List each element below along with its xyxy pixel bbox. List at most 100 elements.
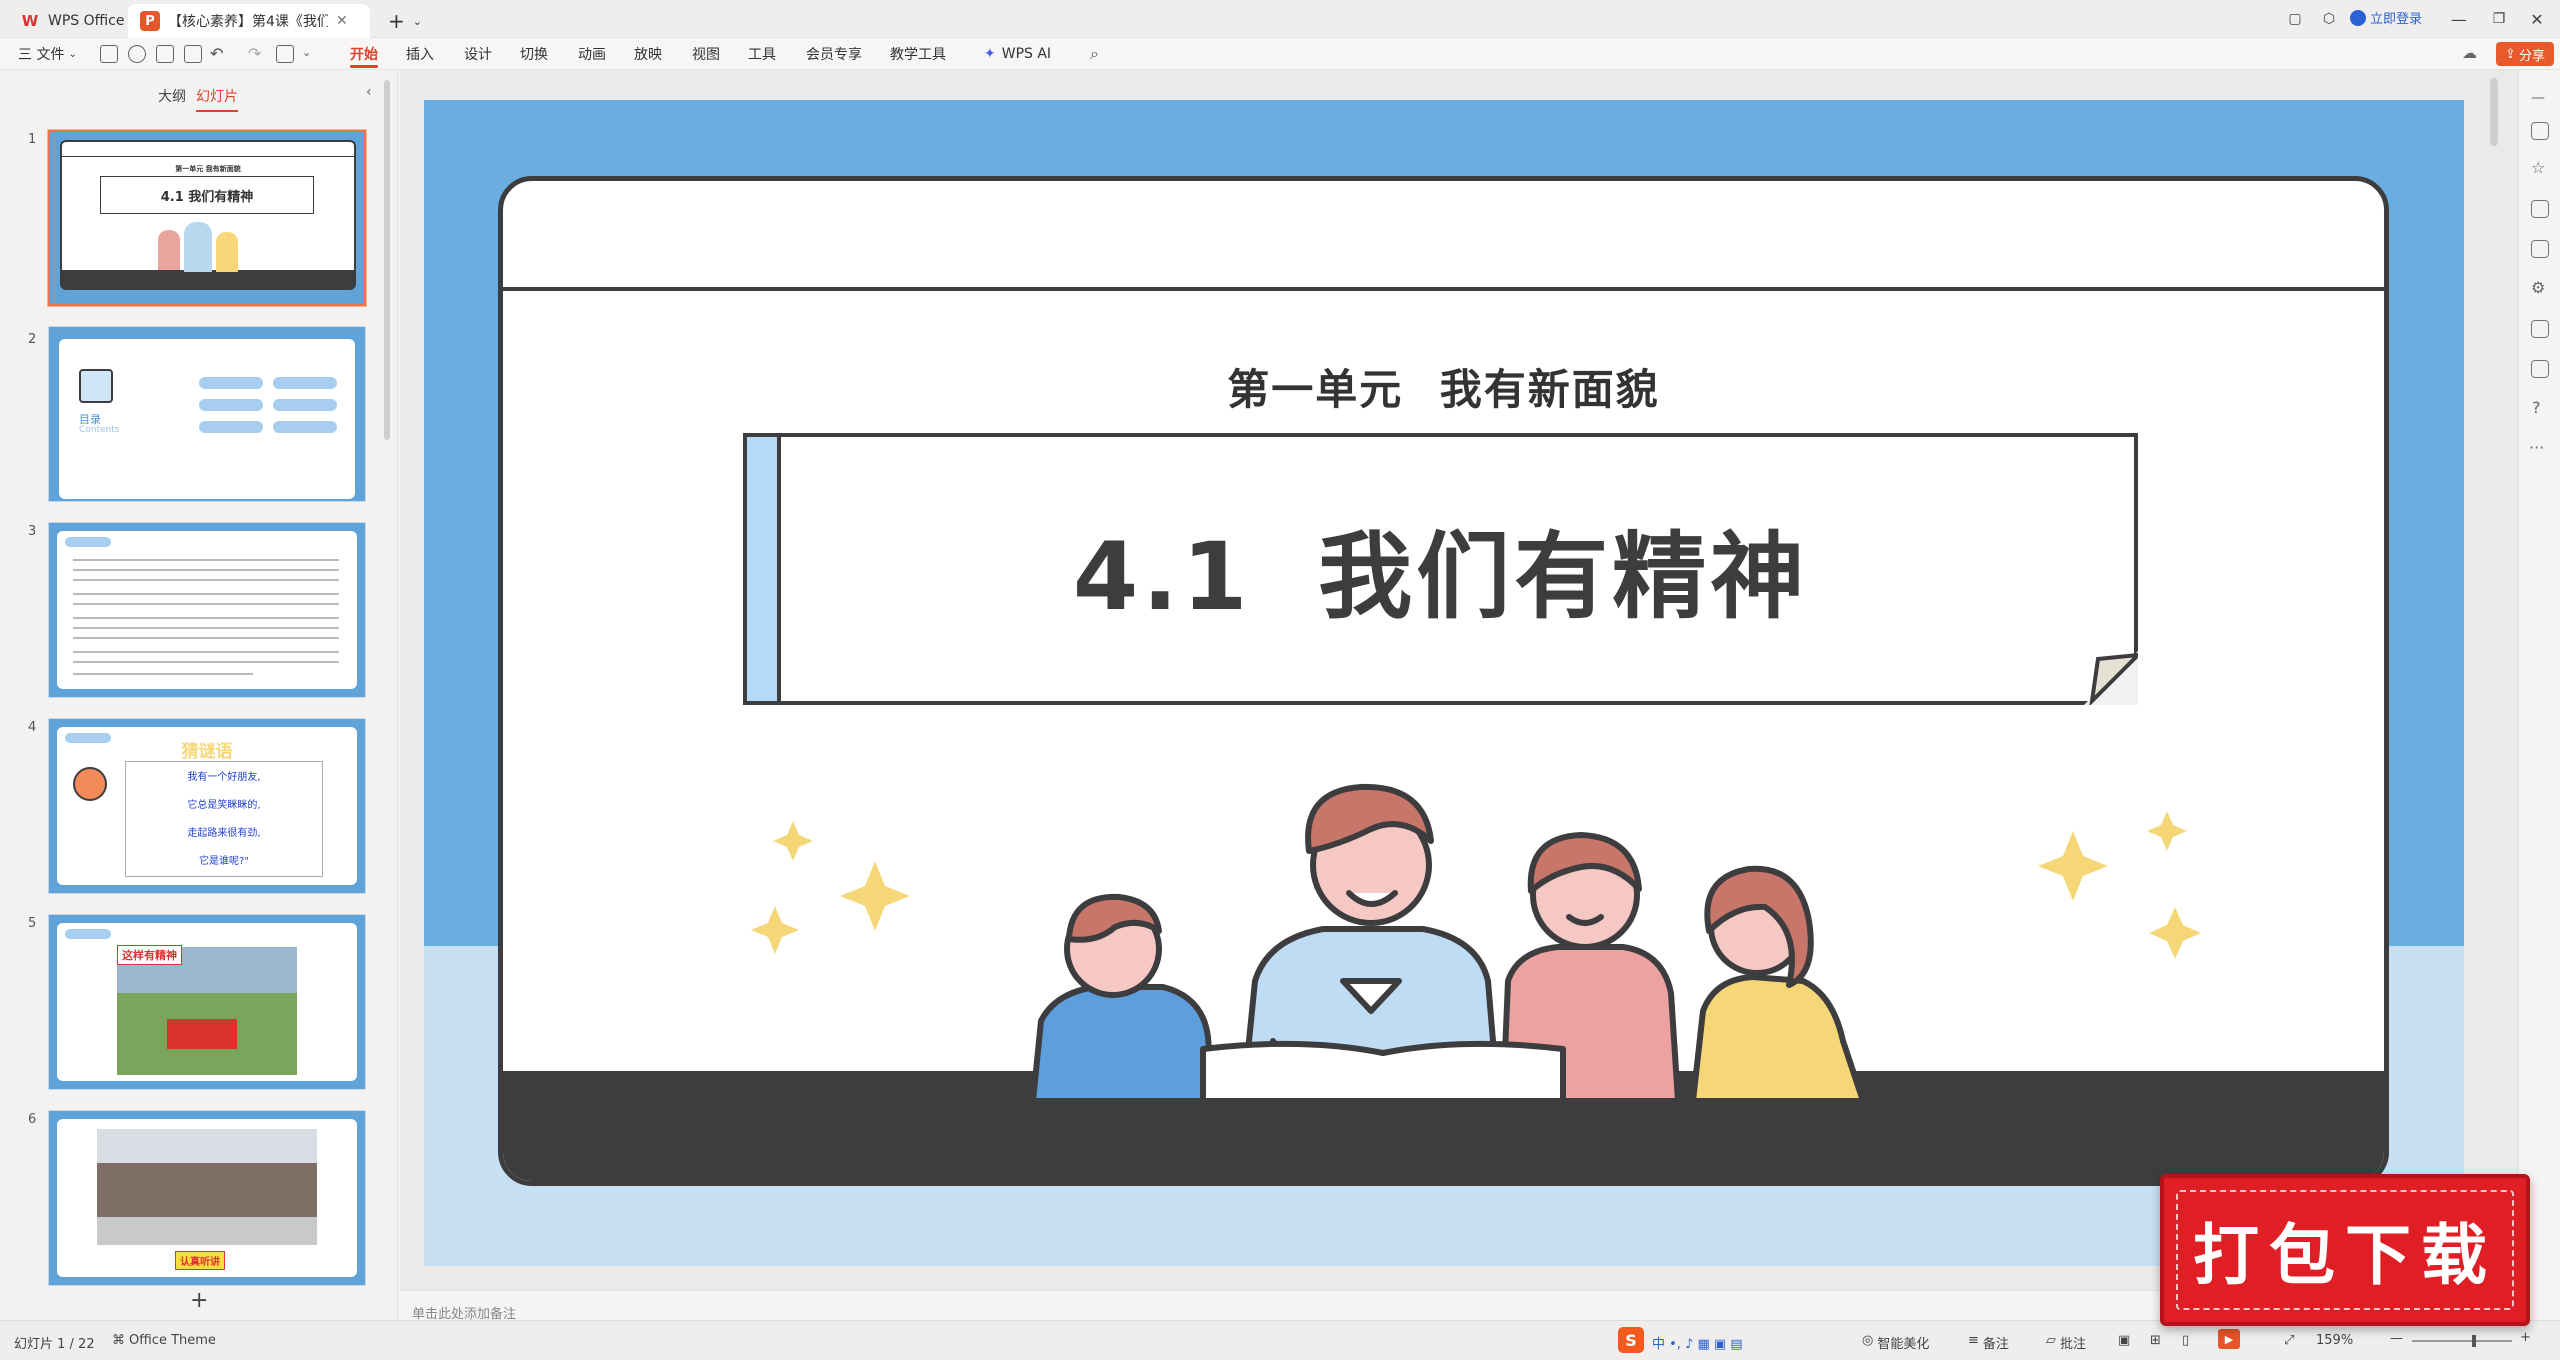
tab-outline[interactable]: 大纲: [158, 86, 186, 106]
book-icon[interactable]: [2531, 320, 2549, 338]
slide-counter: 幻灯片 1 / 22: [14, 1337, 95, 1352]
star-icon[interactable]: ☆: [2531, 158, 2545, 177]
photo: [97, 1129, 317, 1245]
menu-view[interactable]: 视图: [692, 38, 720, 70]
login-button[interactable]: 立即登录: [2350, 8, 2422, 27]
new-tab-button[interactable]: + ⌄: [376, 4, 434, 38]
thumb-subheading: Contents: [79, 425, 120, 435]
menu-label: 教学工具: [890, 47, 946, 63]
zoom-slider[interactable]: [2412, 1335, 2512, 1347]
riddle-line: 走起路来很有劲,: [187, 828, 261, 839]
slide-thumbnail-3[interactable]: [48, 522, 366, 698]
menu-animation[interactable]: 动画: [578, 38, 606, 70]
zoom-out-icon[interactable]: —: [2390, 1331, 2403, 1346]
close-icon[interactable]: ✕: [336, 13, 348, 29]
cube-icon[interactable]: ⬡: [2306, 0, 2352, 38]
zoom-in-icon[interactable]: +: [2520, 1330, 2531, 1345]
slide-thumbnail-2[interactable]: 目录 Contents: [48, 326, 366, 502]
search-icon[interactable]: ⌕: [1090, 44, 1099, 64]
format-painter-icon[interactable]: [276, 45, 294, 63]
print-preview-icon[interactable]: [184, 45, 202, 63]
riddle-line: 它是谁呢?": [199, 856, 249, 867]
menu-label: 插入: [406, 47, 434, 63]
title-bar: W WPS Office P 【核心素养】第4课《我们有... ✕ + ⌄ ▢ …: [0, 0, 2560, 38]
tab-label: 【核心素养】第4课《我们有...: [168, 14, 328, 30]
settings-icon[interactable]: ⚙: [2531, 278, 2545, 297]
fit-icon[interactable]: ⤢: [2284, 1333, 2294, 1348]
share-button[interactable]: ⇪ 分享: [2496, 42, 2554, 66]
slide-number: 1: [28, 132, 37, 147]
slide-thumbnail-4[interactable]: 猜谜语 我有一个好朋友, 它总是笑眯眯的, 走起路来很有劲, 它是谁呢?": [48, 718, 366, 894]
transfer-icon[interactable]: [2531, 360, 2549, 378]
ai-icon: ✦: [984, 46, 996, 62]
thumb-unit: 第一单元 我有新面貌: [175, 165, 241, 173]
slides-panel: 大纲 幻灯片 ‹ 1 第一单元 我有新面貌 4.1 我们有精神 2 目录 Con…: [0, 70, 398, 1320]
zoom-level[interactable]: 159%: [2316, 1333, 2353, 1348]
panel-scrollbar[interactable]: [384, 80, 390, 440]
menu-teaching-tools[interactable]: 教学工具: [890, 38, 946, 70]
download-badge[interactable]: 打包下载: [2160, 1174, 2530, 1326]
menu-design[interactable]: 设计: [464, 38, 492, 70]
menu-member[interactable]: 会员专享: [806, 38, 862, 70]
tab-slides[interactable]: 幻灯片: [196, 86, 238, 112]
ime-toolbar-icon[interactable]: 中 •, ♪ ▦ ▣ ▤: [1652, 1333, 1743, 1352]
smart-beautify-button[interactable]: ◎ 智能美化: [1862, 1333, 1929, 1352]
slide-thumbnail-1[interactable]: 第一单元 我有新面貌 4.1 我们有精神: [48, 130, 366, 306]
beautify-icon: ◎: [1862, 1333, 1874, 1348]
riddle-box: 我有一个好朋友, 它总是笑眯眯的, 走起路来很有劲, 它是谁呢?": [125, 761, 323, 877]
export-icon[interactable]: [128, 45, 146, 63]
reading-view-icon[interactable]: ▯: [2182, 1333, 2189, 1348]
style-icon[interactable]: [2531, 122, 2549, 140]
normal-view-icon[interactable]: ▣: [2118, 1333, 2130, 1348]
slide-thumbnail-5[interactable]: 这样有精神: [48, 914, 366, 1090]
copy-icon[interactable]: [2531, 200, 2549, 218]
theme-indicator[interactable]: ⌘ Office Theme: [112, 1333, 216, 1348]
login-label: 立即登录: [2370, 12, 2423, 27]
tab-document[interactable]: P 【核心素养】第4课《我们有... ✕: [128, 4, 370, 38]
menu-home[interactable]: 开始: [350, 38, 378, 70]
thumb-heading: 猜谜语: [181, 742, 233, 762]
theme-label: Office Theme: [129, 1333, 216, 1348]
slide-thumbnail-6[interactable]: 认真听讲: [48, 1110, 366, 1286]
slide-number: 6: [28, 1112, 37, 1127]
slide-card: 第一单元 我有新面貌 4.1 我们有精神: [498, 176, 2389, 1186]
menu-label: 工具: [748, 47, 776, 63]
more-icon[interactable]: ···: [2529, 438, 2544, 457]
menu-tools[interactable]: 工具: [748, 38, 776, 70]
add-slide-button[interactable]: +: [190, 1288, 208, 1313]
undo-icon[interactable]: ↶: [210, 44, 223, 63]
help-icon[interactable]: ?: [2532, 398, 2541, 417]
collapse-panel-icon[interactable]: ‹: [366, 84, 372, 100]
more-quick-icon[interactable]: ⌄: [302, 46, 311, 59]
close-window-button[interactable]: ✕: [2514, 0, 2560, 38]
unit-subtitle[interactable]: 第一单元 我有新面貌: [503, 356, 2384, 417]
user-icon: [2350, 9, 2366, 26]
input-method-icon[interactable]: S: [1618, 1327, 1644, 1353]
grid-view-icon[interactable]: ⊞: [2150, 1333, 2161, 1348]
current-slide[interactable]: 第一单元 我有新面貌 4.1 我们有精神: [424, 100, 2464, 1266]
menu-slideshow[interactable]: 放映: [634, 38, 662, 70]
slide-title[interactable]: 4.1 我们有精神: [747, 437, 2134, 701]
title-banner[interactable]: 4.1 我们有精神: [743, 433, 2138, 705]
tab-wps-home[interactable]: W WPS Office: [8, 4, 137, 38]
thumb-figure: [184, 222, 212, 272]
print-icon[interactable]: [156, 45, 174, 63]
save-icon[interactable]: [100, 45, 118, 63]
canvas-scrollbar[interactable]: [2490, 78, 2498, 146]
thumb-label: 这样有精神: [117, 945, 182, 965]
menu-insert[interactable]: 插入: [406, 38, 434, 70]
students-reading-illustration: [751, 783, 2201, 1101]
redo-icon[interactable]: ↷: [248, 44, 261, 63]
menu-wps-ai[interactable]: ✦ WPS AI: [984, 38, 1051, 70]
image-icon[interactable]: [2531, 240, 2549, 258]
menu-label: WPS AI: [1001, 46, 1052, 62]
minus-icon[interactable]: —: [2531, 90, 2545, 106]
share-label: 分享: [2518, 48, 2545, 64]
file-menu[interactable]: 三 文件 ⌄: [18, 38, 77, 70]
notes-toggle[interactable]: ≡ 备注: [1968, 1333, 2009, 1352]
menu-transition[interactable]: 切换: [520, 38, 548, 70]
play-slideshow-icon[interactable]: ▶: [2218, 1329, 2240, 1349]
slide-number: 3: [28, 524, 37, 539]
cloud-icon[interactable]: ☁: [2462, 44, 2477, 62]
comment-toggle[interactable]: ▱ 批注: [2046, 1333, 2086, 1352]
